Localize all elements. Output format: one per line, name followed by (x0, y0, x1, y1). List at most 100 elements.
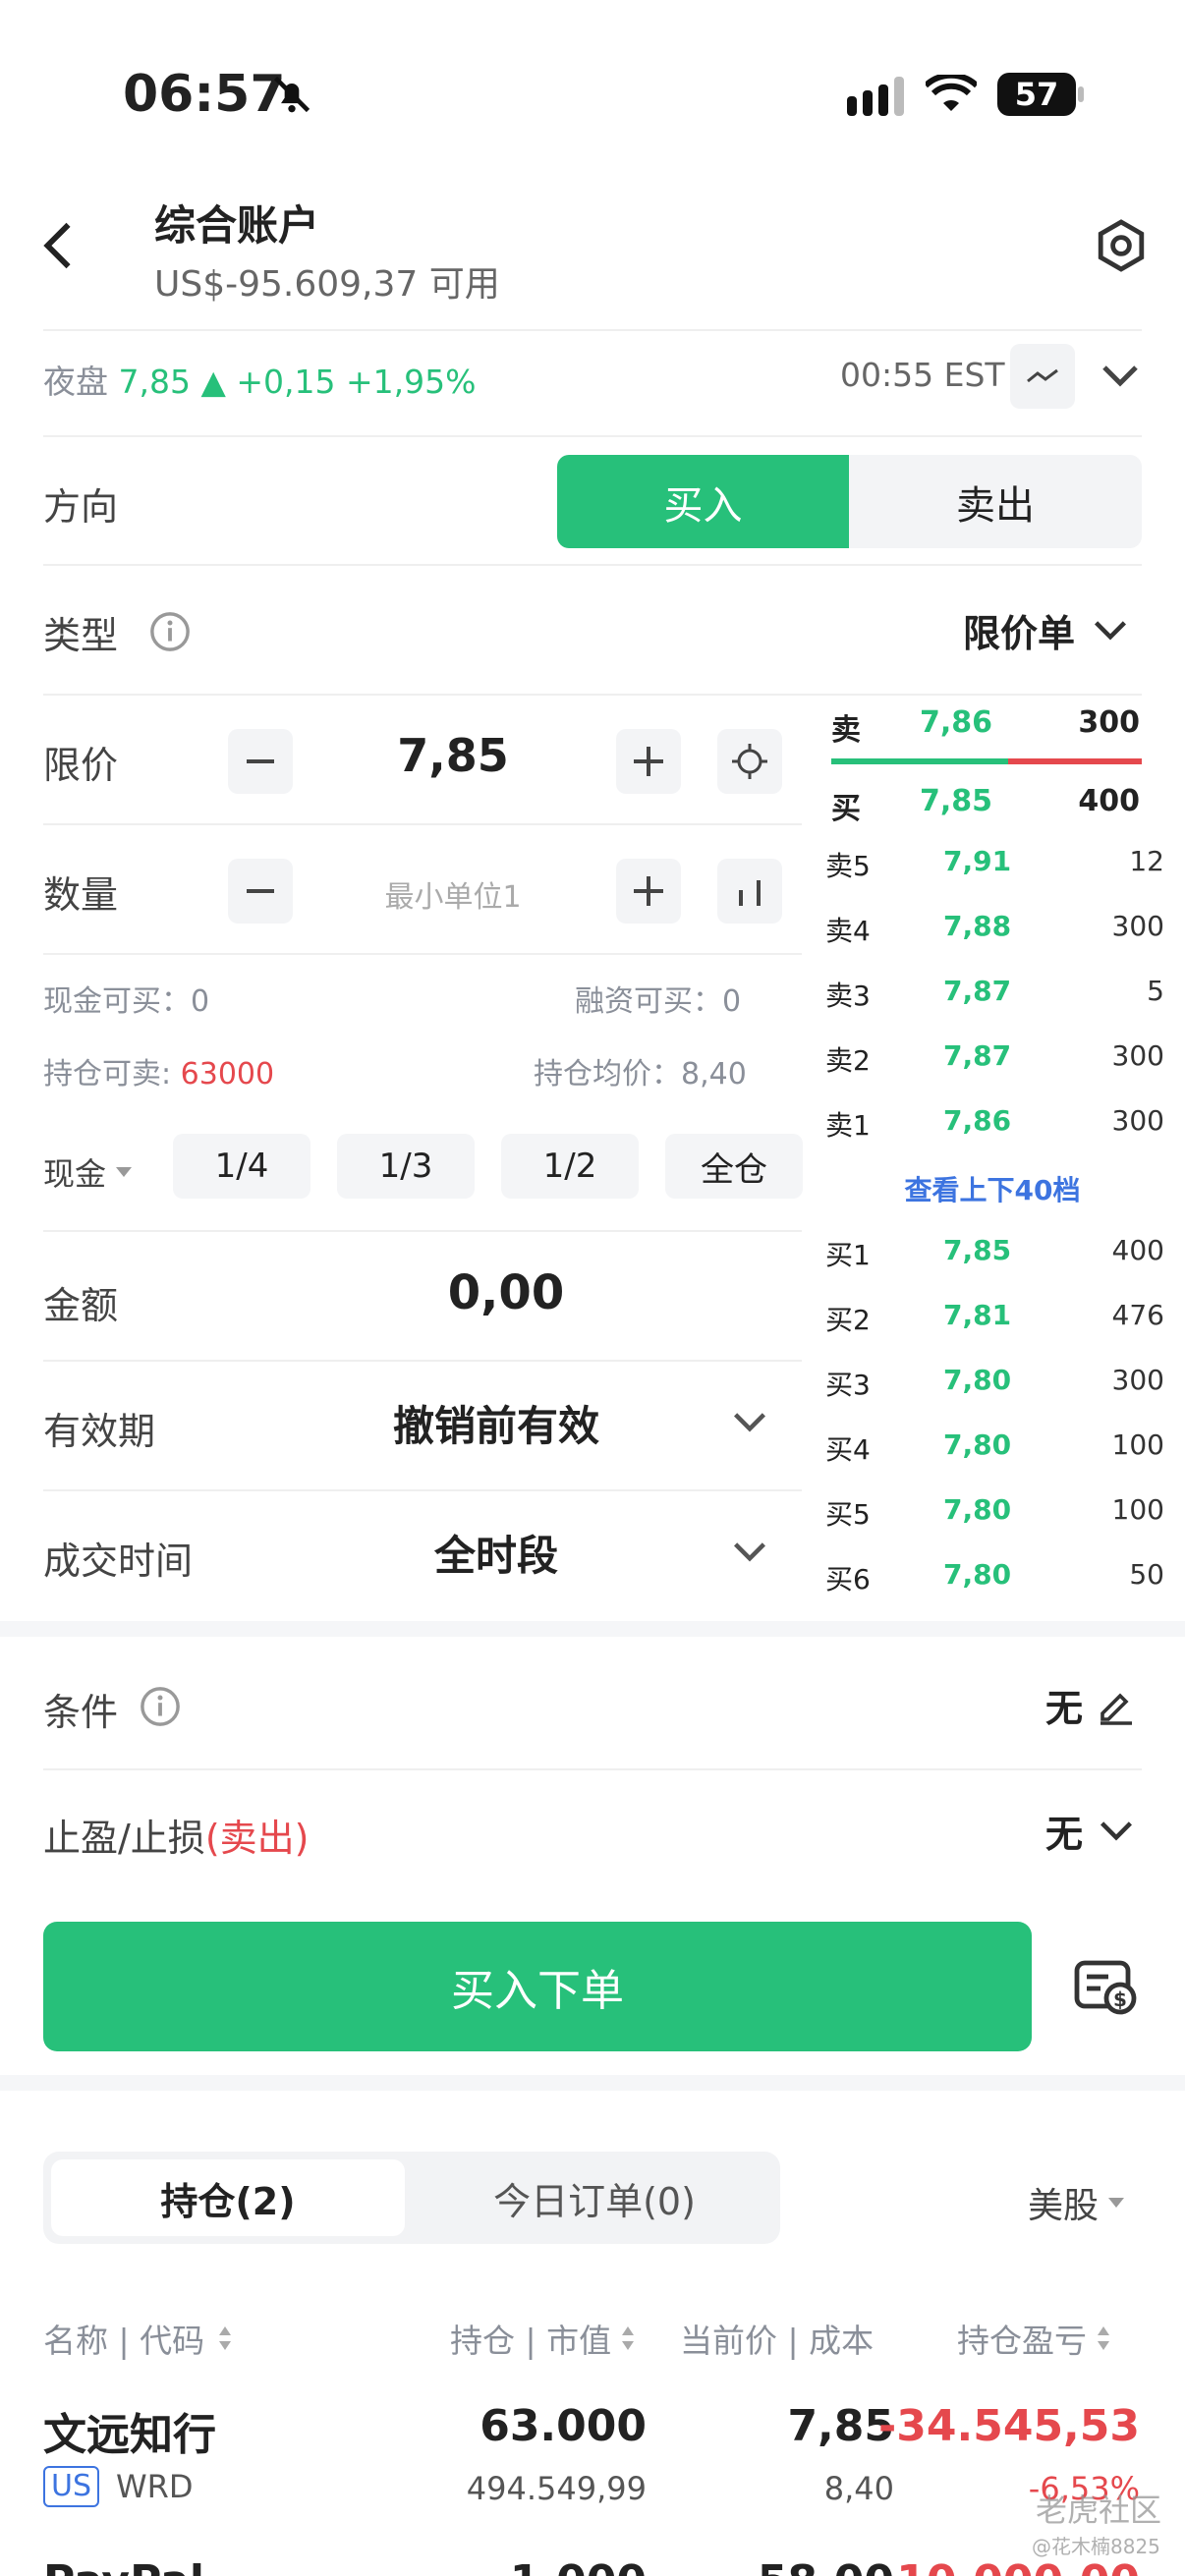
table-row[interactable]: 文远知行 US WRD 63.000 494.549,99 7,85 8,40 … (0, 2387, 1185, 2507)
bid-label: 买6 (825, 1563, 871, 1596)
ask-level-3[interactable]: 卖3 7,87 5 (825, 963, 1164, 1022)
qty-plus-button[interactable] (616, 859, 681, 924)
type-label: 类型 (43, 614, 119, 657)
cash-mode-select[interactable]: 现金 (43, 1149, 134, 1195)
ask-label: 卖3 (825, 980, 871, 1012)
divider (43, 1230, 802, 1232)
margin-buyable-label: 融资可买： (575, 984, 722, 1019)
bid-price: 7,80 (943, 1493, 1012, 1526)
expand-chevron-icon[interactable] (1100, 364, 1140, 389)
cost-price: 8,40 (823, 2470, 894, 2507)
qty-bars-button[interactable] (717, 859, 782, 924)
fraction-third-button[interactable]: 1/3 (337, 1134, 475, 1199)
bid-level-1[interactable]: 买1 7,85 400 (825, 1222, 1164, 1281)
limit-price-label: 限价 (43, 744, 119, 787)
bid-qty: 476 (1111, 1299, 1164, 1331)
trade-time-value: 全时段 (433, 1532, 558, 1580)
position-pnl: -34.545,53 (878, 2401, 1140, 2451)
status-time: 06:57 (123, 65, 286, 124)
chevron-down-icon (1100, 1820, 1133, 1840)
position-qty: 63.000 (480, 2401, 647, 2451)
bid-level-3[interactable]: 买3 7,80 300 (825, 1352, 1164, 1411)
battery-icon: 57 (997, 73, 1076, 116)
signal-icon (847, 77, 906, 116)
table-row[interactable]: PayPal 1.000 58,00 -10.000,00 (0, 2545, 1185, 2576)
night-session-bar: 夜盘 7,85 ▲ +0,15 +1,95% (43, 356, 477, 403)
price-target-button[interactable] (717, 729, 782, 794)
tab-orders[interactable]: 今日订单(0) (413, 2159, 776, 2236)
trade-time-select[interactable]: 全时段 (295, 1523, 786, 1582)
stop-select[interactable]: 无 (1045, 1804, 1134, 1858)
limit-price-value[interactable]: 7,85 (295, 729, 611, 782)
info-icon[interactable] (140, 1686, 181, 1727)
minus-icon (247, 889, 274, 893)
col-header-name-label: 名称 | 代码 (43, 2322, 205, 2360)
mini-chart-button[interactable] (1010, 344, 1075, 409)
stop-label-suffix: (卖出) (204, 1817, 310, 1860)
col-header-name[interactable]: 名称 | 代码 (43, 2315, 234, 2362)
top-sell-qty: 300 (1078, 705, 1140, 740)
battery-level: 57 (1014, 76, 1059, 113)
divider (43, 329, 1142, 331)
price-minus-button[interactable] (228, 729, 293, 794)
col-header-pnl-label: 持仓盈亏 (957, 2322, 1087, 2360)
fraction-half-button[interactable]: 1/2 (501, 1134, 639, 1199)
condition-select[interactable]: 无 (1045, 1678, 1136, 1732)
settings-icon[interactable] (1094, 218, 1149, 273)
funds-icon[interactable]: $ (1073, 1957, 1138, 2016)
fraction-quarter-button[interactable]: 1/4 (173, 1134, 310, 1199)
back-icon[interactable] (39, 221, 75, 270)
position-qty: 1.000 (510, 2556, 647, 2576)
col-header-position[interactable]: 持仓 | 市值 (450, 2315, 637, 2362)
ask-level-5[interactable]: 卖5 7,91 12 (825, 833, 1164, 892)
ask-label: 卖4 (825, 915, 871, 947)
validity-select[interactable]: 撤销前有效 (295, 1393, 786, 1452)
chevron-down-icon (1095, 620, 1127, 640)
bid-level-6[interactable]: 买6 7,80 50 (825, 1546, 1164, 1605)
ask-price: 7,86 (943, 1104, 1012, 1137)
battery-tip (1078, 86, 1084, 102)
night-change-pct: +1,95% (346, 363, 477, 401)
buy-order-button[interactable]: 买入下单 (43, 1922, 1032, 2051)
ask-price: 7,87 (943, 975, 1012, 1007)
wifi-icon (926, 75, 977, 116)
position-average-label: 持仓均价： (534, 1057, 681, 1092)
order-type-select[interactable]: 限价单 (963, 603, 1128, 657)
divider (43, 564, 1142, 566)
market-select[interactable]: 美股 (1028, 2177, 1126, 2228)
bid-label: 买2 (825, 1304, 871, 1336)
bid-level-2[interactable]: 买2 7,81 476 (825, 1287, 1164, 1346)
bid-level-5[interactable]: 买5 7,80 100 (825, 1482, 1164, 1540)
quantity-input[interactable]: 最小单位1 (295, 872, 611, 916)
ask-qty: 5 (1147, 975, 1164, 1007)
col-header-pnl[interactable]: 持仓盈亏 (957, 2315, 1112, 2362)
price-plus-button[interactable] (616, 729, 681, 794)
ask-level-2[interactable]: 卖2 7,87 300 (825, 1028, 1164, 1087)
cash-buyable-value: 0 (191, 984, 210, 1019)
buy-toggle[interactable]: 买入 (557, 455, 849, 548)
qty-minus-button[interactable] (228, 859, 293, 924)
sell-toggle[interactable]: 卖出 (849, 455, 1142, 548)
ask-level-1[interactable]: 卖1 7,86 300 (825, 1092, 1164, 1151)
bid-qty: 100 (1111, 1493, 1164, 1526)
ask-level-4[interactable]: 卖4 7,88 300 (825, 898, 1164, 957)
chevron-down-icon (734, 1413, 765, 1432)
ask-label: 卖5 (825, 850, 871, 882)
svg-text:$: $ (1113, 1988, 1127, 2011)
divider (43, 435, 1142, 437)
caret-down-icon (1108, 2198, 1125, 2208)
position-sellable-value: 63000 (180, 1057, 275, 1092)
stock-code: WRD (116, 2468, 194, 2505)
watermark-brand: 老虎社区 (1036, 2492, 1162, 2529)
view-40-levels-link[interactable]: 查看上下40档 (825, 1169, 1159, 1208)
sort-icon (622, 2326, 635, 2350)
current-price: 58,00 (758, 2556, 894, 2576)
section-separator (0, 1621, 1185, 1637)
plus-icon (634, 876, 663, 906)
stop-value: 无 (1045, 1813, 1084, 1856)
fraction-full-button[interactable]: 全仓 (665, 1134, 803, 1199)
info-icon[interactable] (149, 611, 191, 652)
sort-icon (1098, 2326, 1109, 2350)
bid-level-4[interactable]: 买4 7,80 100 (825, 1417, 1164, 1476)
tab-positions[interactable]: 持仓(2) (51, 2159, 405, 2236)
